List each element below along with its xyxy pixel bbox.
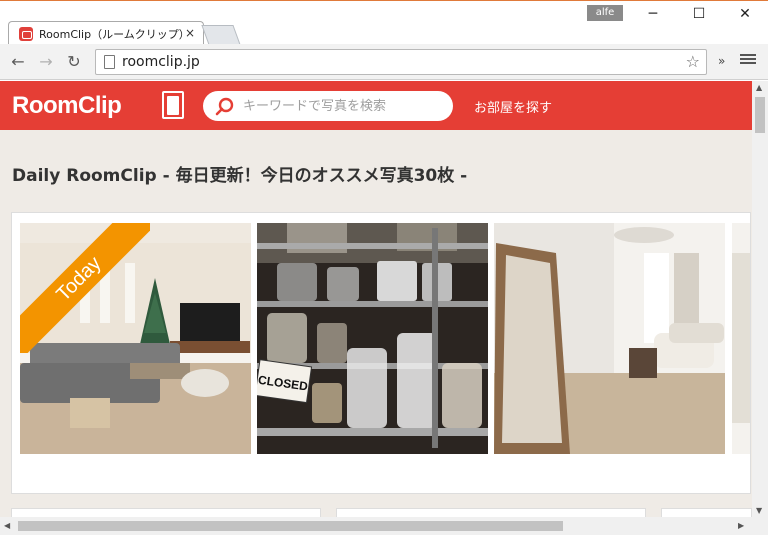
site-header: RoomClip お部屋を探す bbox=[0, 81, 752, 130]
tab-close-icon[interactable]: × bbox=[185, 26, 195, 40]
vertical-scroll-thumb[interactable] bbox=[755, 97, 765, 133]
scroll-down-arrow-icon[interactable]: ▼ bbox=[756, 506, 762, 515]
photo-glass-jars-shelf[interactable]: CLOSED bbox=[257, 223, 488, 454]
reload-icon[interactable]: ↻ bbox=[64, 52, 84, 72]
search-box bbox=[203, 91, 453, 121]
bookmark-star-icon[interactable]: ☆ bbox=[686, 50, 700, 74]
photo-partial[interactable] bbox=[732, 223, 750, 454]
horizontal-scrollbar[interactable]: ◀ ▶ bbox=[0, 517, 752, 535]
browser-tab[interactable]: RoomClip（ルームクリップ） × bbox=[8, 21, 204, 45]
scroll-up-arrow-icon[interactable]: ▲ bbox=[756, 83, 762, 92]
browser-titlebar: RoomClip（ルームクリップ） × alfe ─ ☐ ✕ bbox=[0, 0, 768, 45]
find-room-link[interactable]: お部屋を探す bbox=[474, 97, 552, 116]
minimize-button[interactable]: ─ bbox=[638, 5, 668, 23]
extensions-chevron-icon[interactable]: » bbox=[718, 54, 725, 68]
tab-title: RoomClip（ルームクリップ） bbox=[39, 27, 190, 41]
scroll-right-arrow-icon[interactable]: ▶ bbox=[738, 521, 744, 530]
back-arrow-icon[interactable]: ← bbox=[8, 52, 28, 72]
page-icon bbox=[104, 55, 115, 69]
daily-photos-card: Today CLOSED bbox=[11, 212, 751, 494]
photo-mirror-living-room[interactable] bbox=[494, 223, 725, 454]
card-row-item[interactable] bbox=[11, 508, 321, 517]
search-input[interactable] bbox=[243, 91, 443, 121]
photo-living-room-christmas[interactable]: Today bbox=[20, 223, 251, 454]
page-viewport: RoomClip お部屋を探す Daily RoomClip - 毎日更新！今日… bbox=[0, 81, 752, 517]
today-ribbon: Today bbox=[20, 223, 150, 353]
section-title: Daily RoomClip - 毎日更新！今日のオススメ写真30枚 - bbox=[12, 166, 468, 186]
roomclip-logo[interactable]: RoomClip bbox=[12, 92, 122, 120]
profile-badge[interactable]: alfe bbox=[587, 5, 623, 21]
card-row-item[interactable] bbox=[336, 508, 646, 517]
scroll-left-arrow-icon[interactable]: ◀ bbox=[4, 521, 10, 530]
close-window-button[interactable]: ✕ bbox=[730, 5, 760, 23]
vertical-scrollbar[interactable]: ▲ ▼ bbox=[752, 81, 768, 517]
scrollbar-corner bbox=[752, 517, 768, 535]
forward-arrow-icon[interactable]: → bbox=[36, 52, 56, 72]
address-bar[interactable]: roomclip.jp ☆ bbox=[95, 49, 707, 75]
new-tab-button[interactable] bbox=[201, 25, 241, 45]
maximize-button[interactable]: ☐ bbox=[684, 5, 714, 23]
card-row-item[interactable] bbox=[661, 508, 752, 517]
door-icon[interactable] bbox=[162, 91, 184, 119]
search-icon[interactable] bbox=[215, 97, 235, 117]
today-ribbon-label: Today bbox=[20, 223, 150, 353]
browser-toolbar: ← → ↻ roomclip.jp ☆ » bbox=[0, 44, 768, 80]
url-text: roomclip.jp bbox=[122, 54, 200, 70]
horizontal-scroll-thumb[interactable] bbox=[18, 521, 563, 531]
roomclip-favicon-icon bbox=[19, 26, 33, 41]
browser-menu-icon[interactable] bbox=[740, 52, 756, 68]
